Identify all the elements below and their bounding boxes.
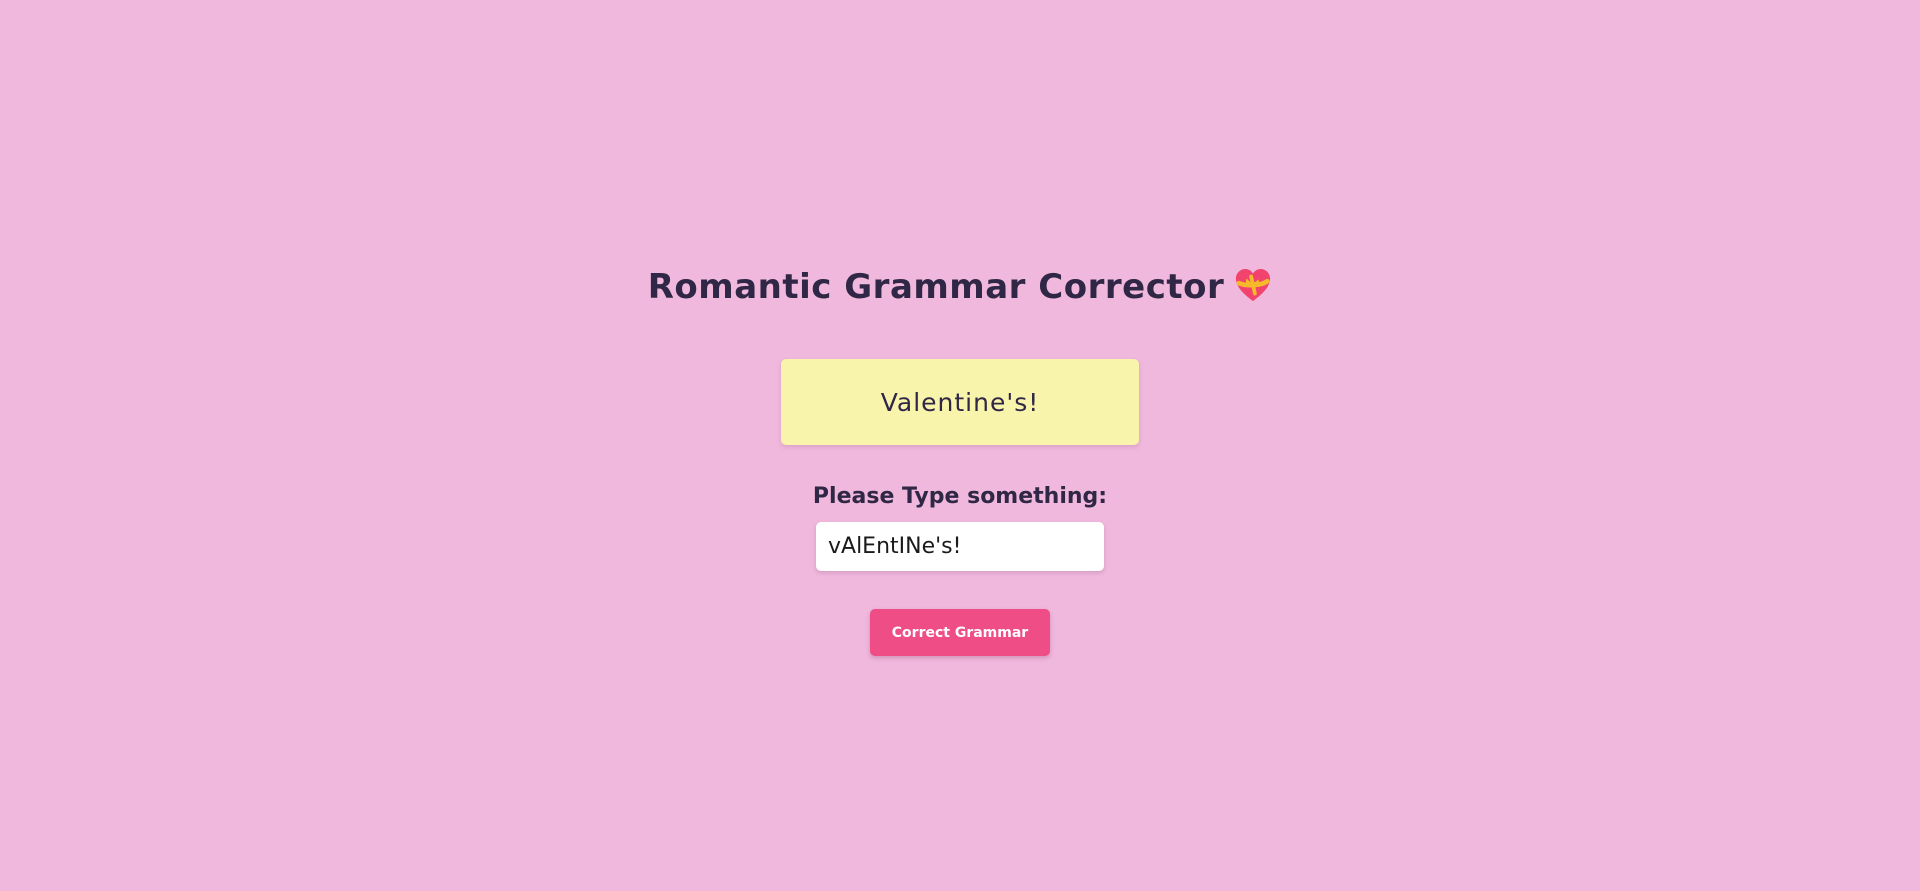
corrected-text-output: Valentine's! — [781, 359, 1139, 445]
text-input[interactable] — [816, 522, 1104, 571]
page-title: Romantic Grammar Corrector — [0, 262, 1920, 312]
correct-grammar-button[interactable]: Correct Grammar — [870, 609, 1050, 656]
input-label: Please Type something: — [812, 484, 1108, 509]
app-container: Romantic Grammar Corrector Valentine's! … — [0, 0, 1920, 891]
heart-with-ribbon-icon — [1236, 268, 1271, 302]
page-title-text: Romantic Grammar Corrector — [647, 267, 1225, 307]
corrected-text: Valentine's! — [880, 387, 1040, 417]
